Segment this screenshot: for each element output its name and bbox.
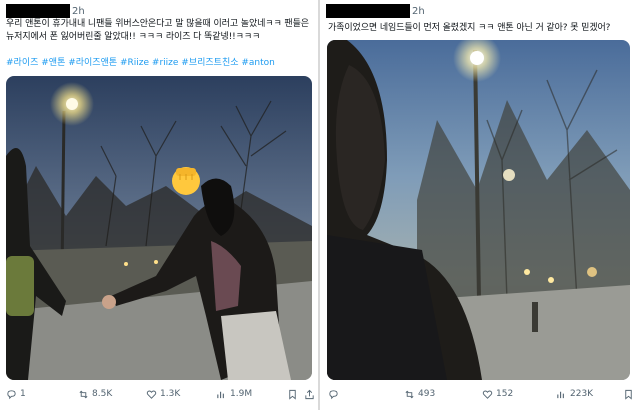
share-icon <box>305 389 314 400</box>
retweet-button[interactable]: 493 <box>404 389 435 400</box>
tweet-header: 2h <box>326 4 425 18</box>
retweet-count: 493 <box>418 389 436 399</box>
tweet-text: 가족이었으면 네임드들이 먼저 올렸겠지 ㅋㅋ 앤톤 아닌 거 같아? 못 믿겠… <box>328 23 611 33</box>
views-button[interactable]: 223K <box>556 389 593 400</box>
retweet-icon <box>79 390 88 399</box>
tweet-left: 2h 우리 앤톤이 휴가내내 니팬들 위버스안온다고 말 많을때 이러고 놀았네… <box>0 0 318 410</box>
tweet-actions: 493 152 223K <box>320 389 640 405</box>
tweet-photo[interactable] <box>6 76 312 380</box>
like-count: 1.3K <box>160 389 181 399</box>
bookmark-icon <box>289 389 296 400</box>
tweet-actions: 1 8.5K 1.3K 1.9M <box>0 389 318 405</box>
reply-count: 1 <box>20 389 26 399</box>
tweet-right: 2h 가족이었으면 네임드들이 먼저 올렸겠지 ㅋㅋ 앤톤 아닌 거 같아? 못… <box>320 0 640 410</box>
views-count: 1.9M <box>230 389 253 399</box>
retweet-icon <box>405 390 414 399</box>
redacted-username <box>326 4 410 18</box>
tweet-text: 우리 앤톤이 휴가내내 니팬들 위버스안온다고 말 많을때 이러고 놀았네ㅋㅋ … <box>6 19 312 42</box>
redacted-username <box>6 4 70 18</box>
hashtags[interactable]: #라이즈 #앤톤 #라이즈앤톤 #Riize #riize #브리즈트친소 #a… <box>6 55 275 68</box>
tweet-photo[interactable] <box>327 40 630 380</box>
like-count: 152 <box>496 389 514 399</box>
bookmark-button[interactable] <box>287 389 301 400</box>
bookmark-icon <box>625 389 632 400</box>
timestamp: 2h <box>72 5 85 17</box>
retweet-button[interactable]: 8.5K <box>78 389 112 400</box>
reply-icon <box>329 390 338 400</box>
like-icon <box>482 390 493 399</box>
views-icon <box>557 391 564 399</box>
like-button[interactable]: 1.3K <box>146 389 180 400</box>
like-icon <box>146 390 157 399</box>
reply-button[interactable]: 1 <box>6 389 26 400</box>
like-button[interactable]: 152 <box>482 389 513 400</box>
tweet-header: 2h <box>6 4 85 18</box>
reply-button[interactable] <box>328 389 342 400</box>
views-button[interactable]: 1.9M <box>216 389 252 400</box>
bookmark-button[interactable] <box>623 389 637 400</box>
views-icon <box>217 391 224 399</box>
reply-icon <box>7 390 16 400</box>
timestamp: 2h <box>412 5 425 17</box>
share-button[interactable] <box>304 389 318 400</box>
retweet-count: 8.5K <box>92 389 113 399</box>
views-count: 223K <box>570 389 594 399</box>
